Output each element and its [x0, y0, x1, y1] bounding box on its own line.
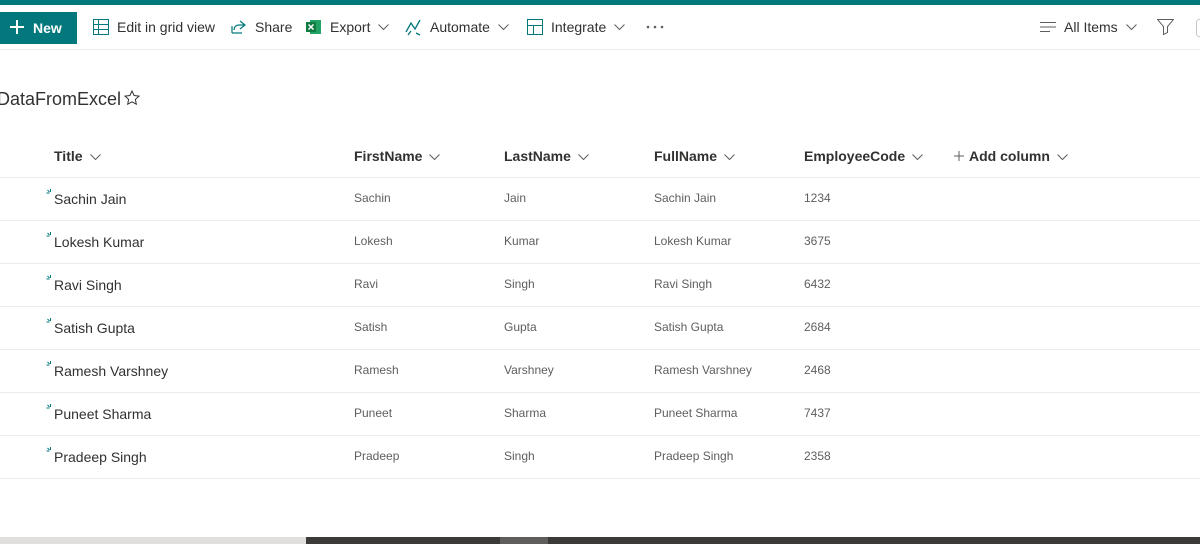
filter-button[interactable] — [1157, 5, 1174, 49]
add-column-button[interactable]: Add column — [954, 135, 1068, 177]
cell-fullname: Puneet Sharma — [654, 406, 738, 420]
column-header-label: EmployeeCode — [804, 148, 906, 164]
view-lines-icon — [1040, 21, 1056, 33]
chevron-down-icon — [498, 23, 509, 31]
share-icon — [231, 19, 247, 35]
cell-employeecode: 2468 — [804, 363, 831, 377]
integrate-label: Integrate — [551, 19, 607, 35]
add-column-label: Add column — [969, 148, 1050, 164]
cell-fullname: Pradeep Singh — [654, 449, 734, 463]
row-title-link[interactable]: Sachin Jain — [54, 191, 126, 207]
view-switcher[interactable]: All Items — [1040, 5, 1137, 49]
cell-employeecode: 2684 — [804, 320, 831, 334]
row-title-link[interactable]: Satish Gupta — [54, 320, 135, 336]
column-header-fullname[interactable]: FullName — [654, 135, 735, 177]
cell-employeecode: 6432 — [804, 277, 831, 291]
chevron-down-icon — [724, 148, 735, 164]
cell-employeecode: 2358 — [804, 449, 831, 463]
cell-lastname: Singh — [504, 449, 535, 463]
row-title-link[interactable]: Ravi Singh — [54, 277, 122, 293]
cell-firstname: Pradeep — [354, 449, 400, 463]
table-row[interactable]: Ramesh Varshney Ramesh Varshney Ramesh Vars… — [0, 350, 1200, 393]
cell-lastname: Gupta — [504, 320, 537, 334]
cell-employeecode: 7437 — [804, 406, 831, 420]
export-button[interactable]: Export — [306, 5, 390, 49]
cell-firstname: Ramesh — [354, 363, 399, 377]
excel-icon — [306, 19, 322, 35]
chevron-down-icon — [912, 148, 923, 164]
chevron-down-icon — [578, 148, 589, 164]
grid-icon — [93, 19, 109, 35]
row-title-link[interactable]: Puneet Sharma — [54, 406, 151, 422]
column-header-label: FullName — [654, 148, 718, 164]
integrate-icon — [527, 19, 543, 35]
view-label: All Items — [1064, 19, 1118, 35]
cell-fullname: Ramesh Varshney — [654, 363, 752, 377]
cell-firstname: Lokesh — [354, 234, 393, 248]
cell-fullname: Lokesh Kumar — [654, 234, 732, 248]
column-header-label: LastName — [504, 148, 571, 164]
automate-label: Automate — [430, 19, 490, 35]
share-label: Share — [255, 19, 293, 35]
list-header-row: Title FirstName LastName FullName Employ… — [0, 135, 1200, 178]
cell-firstname: Puneet — [354, 406, 393, 420]
chevron-down-icon — [1057, 148, 1068, 164]
column-header-title[interactable]: Title — [54, 135, 101, 177]
new-button[interactable]: New — [0, 12, 77, 44]
chevron-down-icon — [1125, 23, 1137, 31]
plus-icon — [10, 19, 24, 37]
cell-lastname: Varshney — [504, 363, 554, 377]
filter-icon — [1157, 19, 1174, 35]
share-button[interactable]: Share — [231, 5, 292, 49]
cell-lastname: Kumar — [504, 234, 540, 248]
cell-lastname: Jain — [504, 191, 527, 205]
column-header-label: FirstName — [354, 148, 423, 164]
edit-grid-view-button[interactable]: Edit in grid view — [93, 5, 215, 49]
scrollbar-thumb[interactable] — [306, 537, 1200, 544]
row-title-link[interactable]: Lokesh Kumar — [54, 234, 144, 250]
column-header-firstname[interactable]: FirstName — [354, 135, 441, 177]
chevron-down-icon — [614, 23, 626, 31]
cell-firstname: Ravi — [354, 277, 379, 291]
table-row[interactable]: Pradeep Singh Pradeep Singh Pradeep Singh 23… — [0, 436, 1200, 479]
cell-lastname: Singh — [504, 277, 535, 291]
column-header-employeecode[interactable]: EmployeeCode — [804, 135, 923, 177]
table-row[interactable]: Puneet Sharma Puneet Sharma Puneet Sharma 74… — [0, 393, 1200, 436]
export-label: Export — [330, 19, 371, 35]
right-edge-control[interactable] — [1196, 19, 1200, 37]
column-header-lastname[interactable]: LastName — [504, 135, 589, 177]
integrate-button[interactable]: Integrate — [527, 5, 626, 49]
edit-grid-view-label: Edit in grid view — [117, 19, 216, 35]
column-header-label: Title — [54, 148, 83, 164]
chevron-down-icon — [429, 148, 441, 164]
chevron-down-icon — [89, 148, 101, 164]
automate-button[interactable]: Automate — [405, 5, 509, 49]
more-options-button[interactable] — [646, 5, 664, 49]
cell-fullname: Sachin Jain — [654, 191, 717, 205]
table-row[interactable]: Ravi Singh Ravi Singh Ravi Singh 6432 — [0, 264, 1200, 307]
more-icon — [646, 25, 664, 29]
cell-fullname: Satish Gupta — [654, 320, 724, 334]
table-row[interactable]: Sachin Jain Sachin Jain Sachin Jain 1234 — [0, 178, 1200, 221]
chevron-down-icon — [378, 23, 390, 31]
cell-fullname: Ravi Singh — [654, 277, 713, 291]
table-row[interactable]: Satish Gupta Satish Gupta Satish Gupta 2684 — [0, 307, 1200, 350]
cell-firstname: Satish — [354, 320, 388, 334]
plus-icon — [954, 148, 964, 164]
cell-employeecode: 3675 — [804, 234, 831, 248]
star-icon[interactable] — [123, 89, 141, 111]
table-row[interactable]: Lokesh Kumar Lokesh Kumar Lokesh Kumar 3675 — [0, 221, 1200, 264]
new-button-label: New — [33, 20, 62, 36]
row-title-link[interactable]: Ramesh Varshney — [54, 363, 168, 379]
row-title-link[interactable]: Pradeep Singh — [54, 449, 147, 465]
scrollbar-track — [0, 537, 306, 544]
command-bar: New Edit in grid view Share Export Autom… — [0, 5, 1200, 50]
page-title: DataFromExcel — [0, 89, 122, 109]
horizontal-scrollbar[interactable] — [0, 537, 1200, 544]
scrollbar-grip[interactable] — [500, 537, 548, 544]
cell-employeecode: 1234 — [804, 191, 831, 205]
cell-lastname: Sharma — [504, 406, 547, 420]
cell-firstname: Sachin — [354, 191, 391, 205]
automate-icon — [405, 19, 422, 36]
